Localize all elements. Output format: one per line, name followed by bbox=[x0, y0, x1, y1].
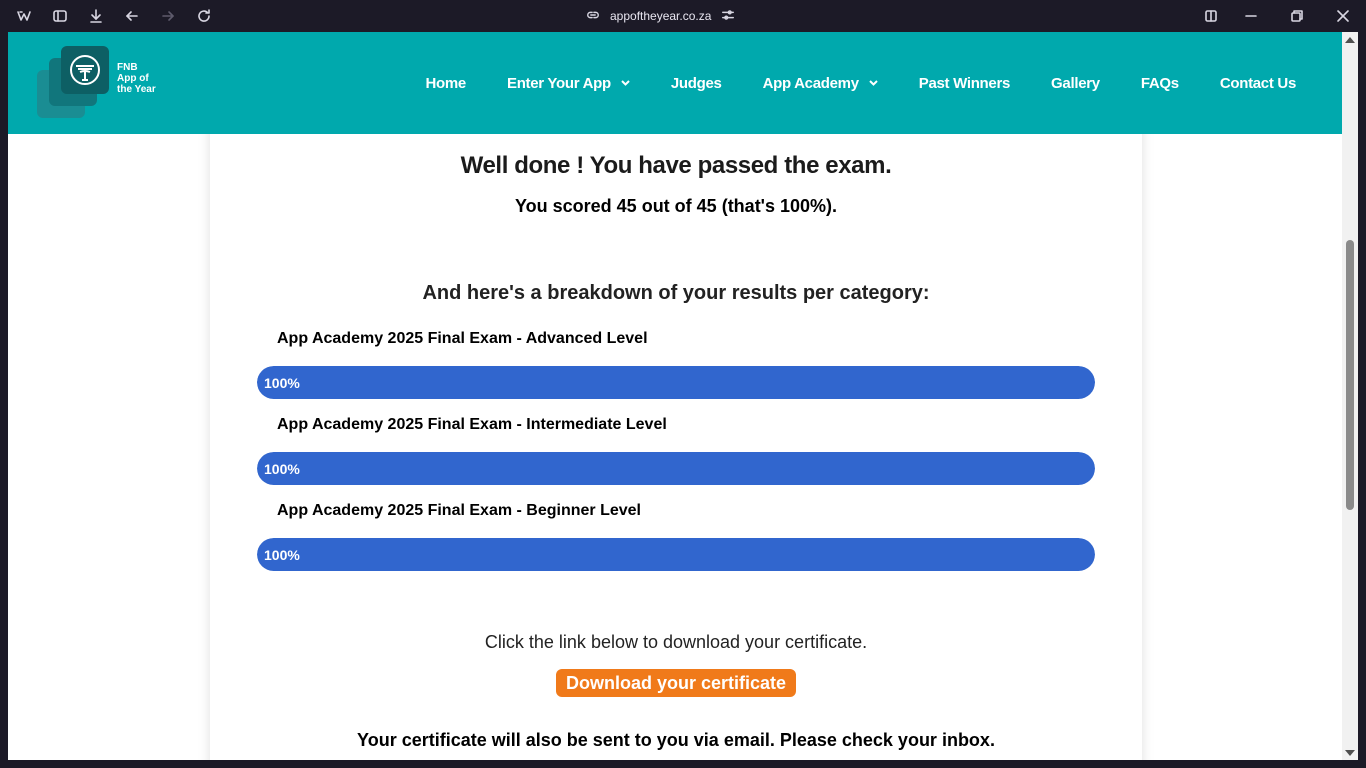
progress-label: 100% bbox=[264, 460, 300, 477]
browser-toolbar: appoftheyear.co.za bbox=[0, 0, 1366, 32]
breakdown-heading: And here's a breakdown of your results p… bbox=[422, 282, 930, 304]
category-label-advanced: App Academy 2025 Final Exam - Advanced L… bbox=[277, 330, 648, 347]
category-label-intermediate: App Academy 2025 Final Exam - Intermedia… bbox=[277, 416, 667, 433]
window-edge-right bbox=[1358, 32, 1366, 768]
chevron-down-icon bbox=[621, 80, 630, 86]
nav-past-winners-label: Past Winners bbox=[918, 74, 1011, 92]
site-logo[interactable]: FNB App of the Year bbox=[37, 46, 177, 120]
nav-home[interactable]: Home bbox=[425, 74, 467, 92]
score-summary: You scored 45 out of 45 (that's 100%). bbox=[514, 196, 838, 216]
nav-app-academy-label: App Academy bbox=[762, 74, 859, 92]
progress-bar-advanced: 100% bbox=[257, 366, 1095, 399]
scroll-up-icon[interactable] bbox=[1345, 37, 1355, 43]
restore-icon[interactable] bbox=[1287, 6, 1307, 26]
progress-fill: 100% bbox=[257, 538, 1095, 571]
nav-home-label: Home bbox=[425, 74, 467, 92]
browser-menu-icon[interactable] bbox=[14, 6, 34, 26]
window-edge-bottom bbox=[0, 760, 1366, 768]
nav-faqs-label: FAQs bbox=[1140, 74, 1179, 92]
download-certificate-button[interactable]: Download your certificate bbox=[556, 669, 796, 697]
minimize-icon[interactable] bbox=[1241, 6, 1261, 26]
category-label-beginner: App Academy 2025 Final Exam - Beginner L… bbox=[277, 502, 641, 519]
nav-contact-us-label: Contact Us bbox=[1219, 74, 1296, 92]
split-view-icon[interactable] bbox=[1201, 6, 1221, 26]
result-title: Well done ! You have passed the exam. bbox=[460, 152, 892, 179]
link-icon bbox=[586, 8, 600, 25]
forward-icon[interactable] bbox=[158, 6, 178, 26]
site-header: FNB App of the Year Home Enter Your App … bbox=[8, 32, 1342, 134]
site-settings-icon[interactable] bbox=[721, 8, 735, 25]
chevron-down-icon bbox=[869, 80, 878, 86]
nav-gallery[interactable]: Gallery bbox=[1051, 75, 1100, 92]
url-text[interactable]: appoftheyear.co.za bbox=[610, 9, 711, 23]
nav-app-academy[interactable]: App Academy bbox=[763, 75, 878, 92]
nav-faqs[interactable]: FAQs bbox=[1141, 75, 1179, 92]
nav-enter-your-app[interactable]: Enter Your App bbox=[507, 75, 630, 92]
results-card: Well done ! You have passed the exam. Yo… bbox=[210, 92, 1142, 760]
progress-fill: 100% bbox=[257, 366, 1095, 399]
page-scrollbar[interactable] bbox=[1342, 32, 1358, 760]
progress-bar-intermediate: 100% bbox=[257, 452, 1095, 485]
logo-square-front bbox=[61, 46, 109, 94]
logo-wordmark: FNB App of the Year bbox=[117, 62, 156, 95]
nav-past-winners[interactable]: Past Winners bbox=[918, 74, 1011, 92]
nav-enter-your-app-label: Enter Your App bbox=[506, 74, 611, 92]
sidebar-toggle-icon[interactable] bbox=[50, 6, 70, 26]
download-intro: Click the link below to download your ce… bbox=[484, 632, 868, 652]
progress-label: 100% bbox=[264, 546, 300, 563]
scrollbar-thumb[interactable] bbox=[1346, 240, 1354, 510]
reload-icon[interactable] bbox=[194, 6, 214, 26]
nav-contact-us[interactable]: Contact Us bbox=[1220, 75, 1296, 92]
page-viewport: FNB App of the Year Home Enter Your App … bbox=[8, 32, 1342, 760]
progress-bar-beginner: 100% bbox=[257, 538, 1095, 571]
email-note: Your certificate will also be sent to yo… bbox=[357, 730, 995, 750]
scroll-down-icon[interactable] bbox=[1345, 750, 1355, 756]
download-icon[interactable] bbox=[86, 6, 106, 26]
nav-judges-label: Judges bbox=[670, 74, 722, 92]
progress-label: 100% bbox=[264, 374, 300, 391]
main-nav: Home Enter Your App Judges App Academy P… bbox=[385, 32, 1297, 134]
fnb-tree-icon bbox=[70, 55, 100, 85]
address-bar[interactable]: appoftheyear.co.za bbox=[586, 6, 735, 26]
nav-judges[interactable]: Judges bbox=[671, 75, 722, 92]
close-icon[interactable] bbox=[1333, 6, 1353, 26]
back-icon[interactable] bbox=[122, 6, 142, 26]
progress-fill: 100% bbox=[257, 452, 1095, 485]
nav-gallery-label: Gallery bbox=[1051, 74, 1100, 92]
